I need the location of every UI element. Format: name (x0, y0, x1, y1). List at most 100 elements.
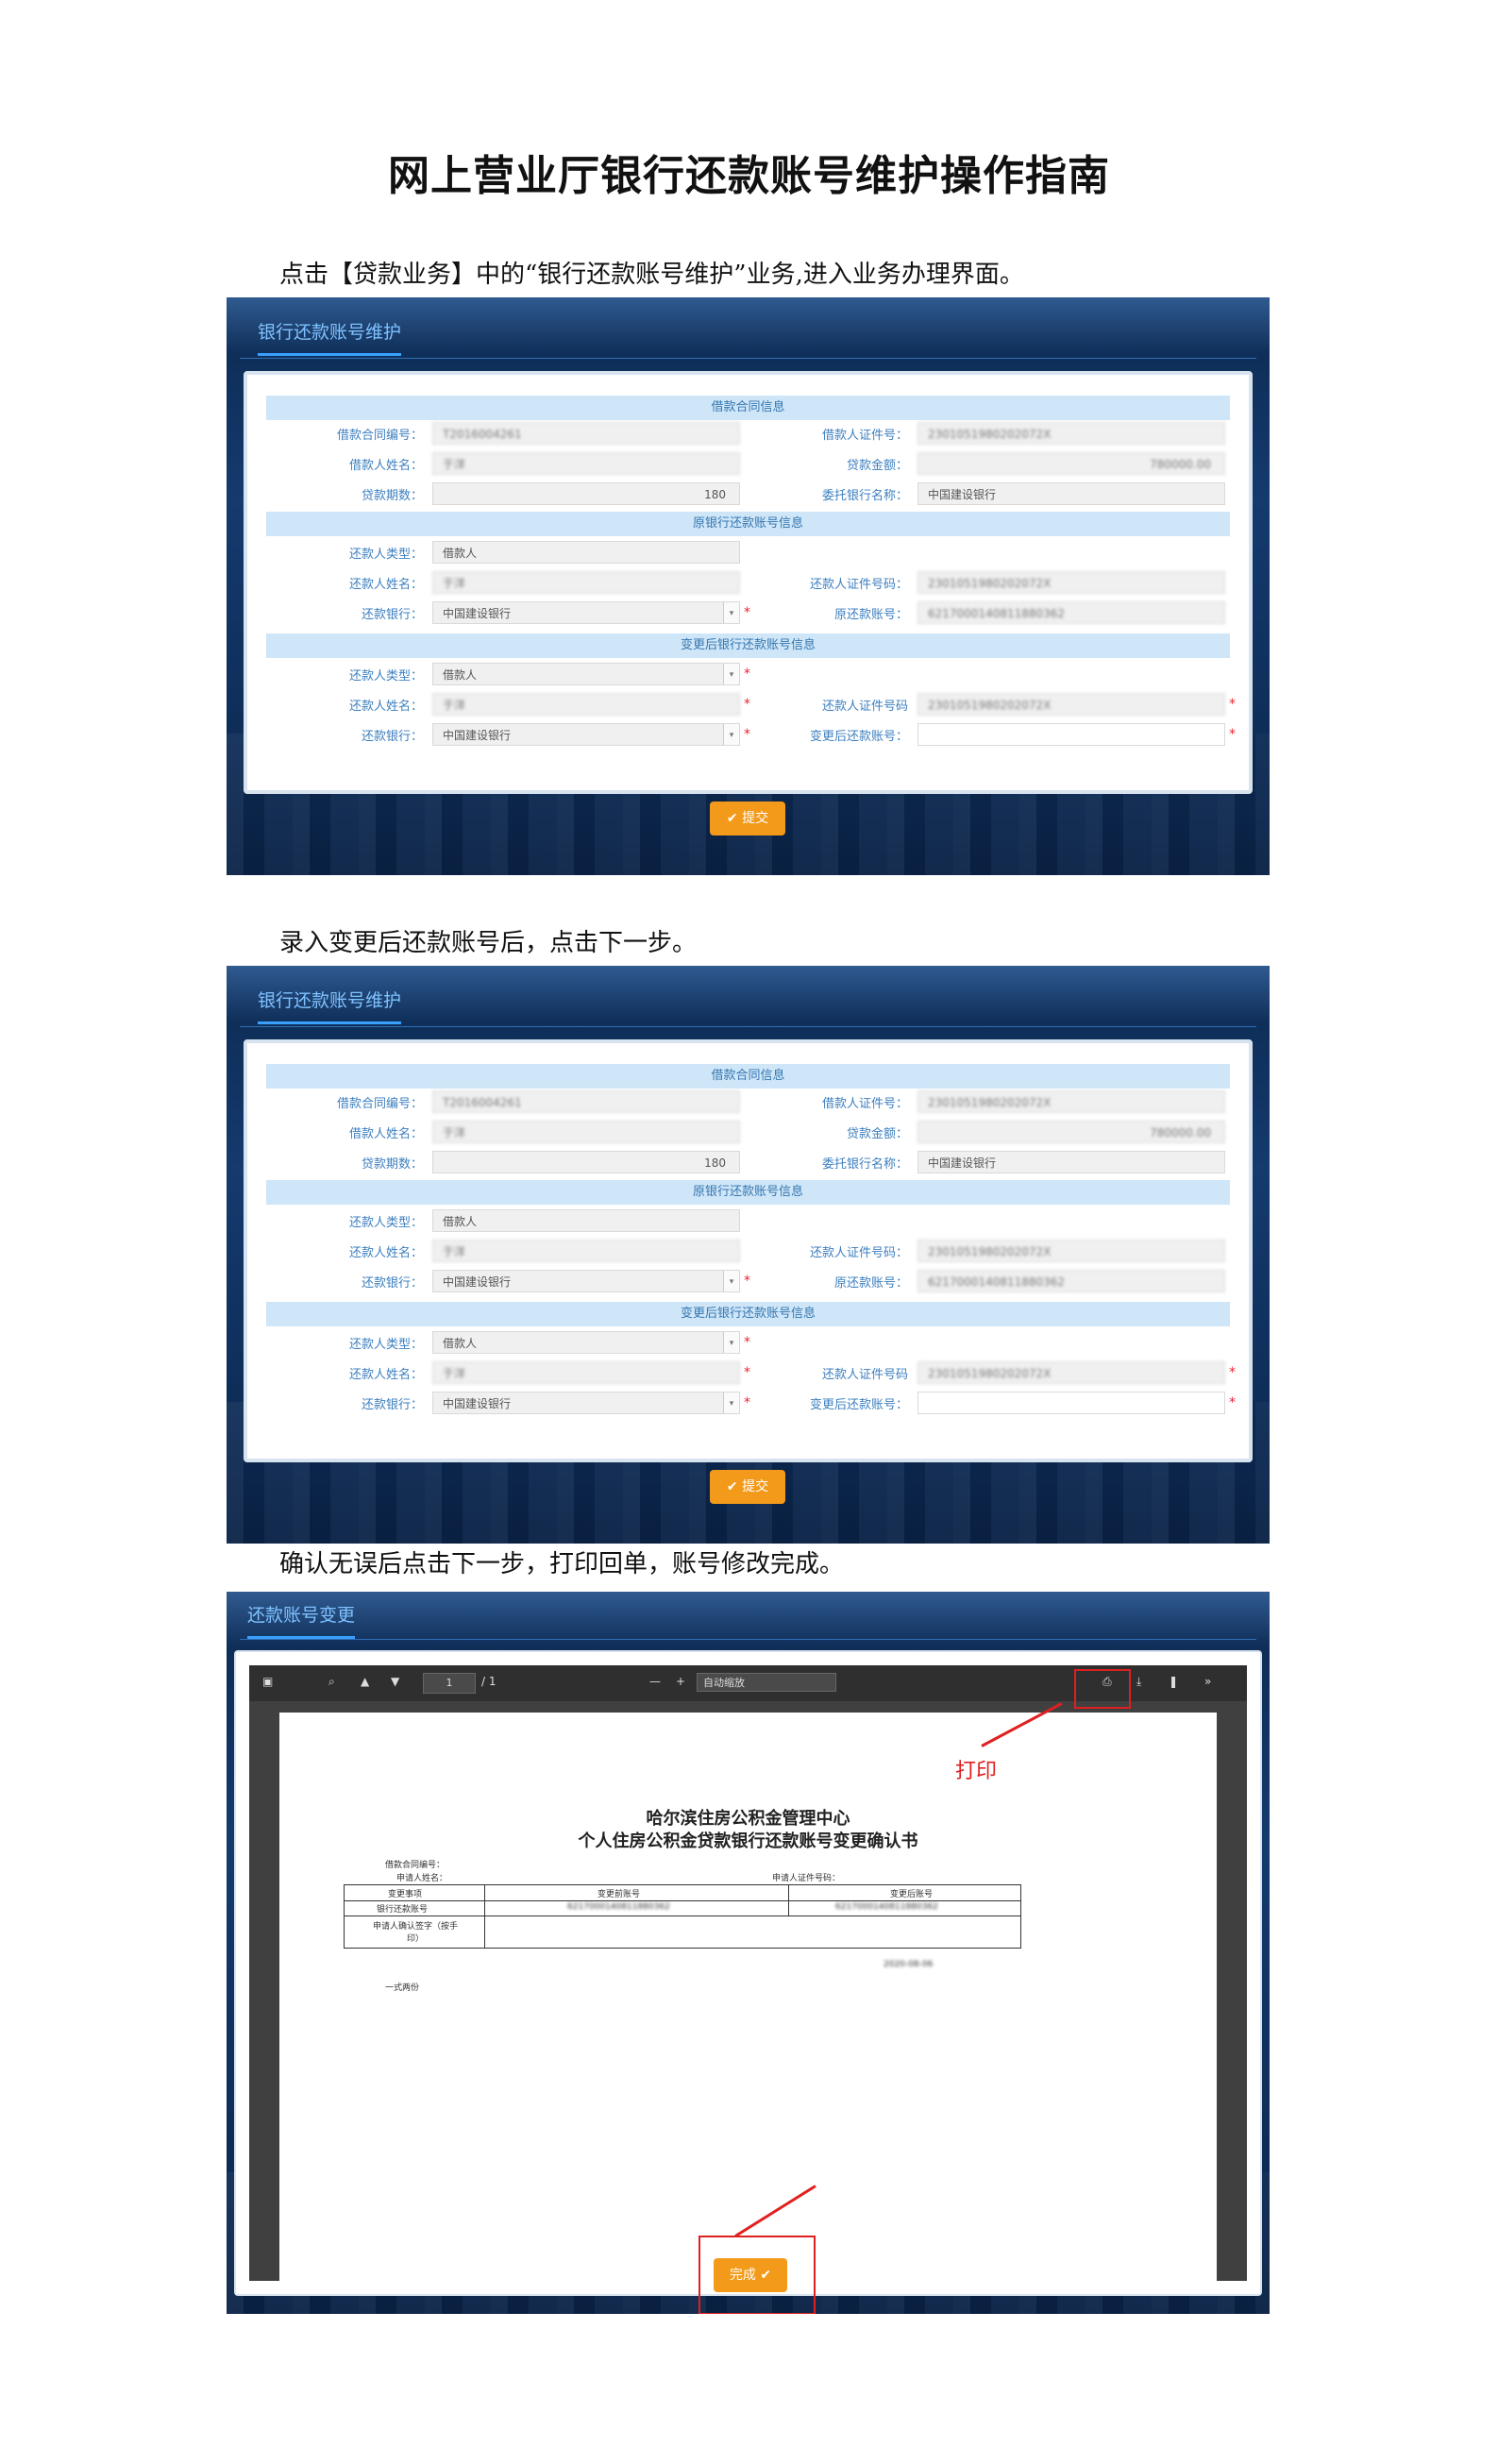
label-borrower-id: 借款人证件号： (821, 1097, 908, 1111)
input-new-account[interactable] (917, 723, 1225, 746)
field-repayer-name-new: 于洋 (432, 1361, 740, 1384)
label-repayer-id: 还款人证件号码： (809, 1246, 908, 1260)
label-loan-amount: 贷款金额： (846, 459, 908, 473)
required-mark: * (1229, 1395, 1236, 1410)
form-panel: 借款合同信息 借款合同编号： T2016004261 借款人证件号： 23010… (244, 1039, 1253, 1462)
label-repay-bank-new: 还款银行： (361, 730, 423, 744)
label-new-account: 变更后还款账号： (809, 1398, 908, 1412)
chevron-down-icon: ▾ (723, 664, 739, 684)
form-screenshot-2: 银行还款账号维护 借款合同信息 借款合同编号： T2016004261 借款人证… (227, 966, 1270, 1544)
tab-title[interactable]: 银行还款账号维护 (258, 318, 402, 356)
chevron-down-icon: ▾ (723, 724, 739, 745)
tab-title[interactable]: 银行还款账号维护 (258, 987, 402, 1024)
doc-field-id: 申请人证件号码： (772, 1874, 841, 1883)
chevron-down-icon: ▾ (723, 1392, 739, 1413)
field-repayer-id-new: 2301051980202072X (917, 1361, 1225, 1384)
label-loan-term: 贷款期数： (361, 1157, 423, 1172)
label-original-account: 原还款账号： (833, 1276, 908, 1291)
bookmark-icon[interactable]: ❚ (1169, 1675, 1178, 1688)
field-repay-bank: 中国建设银行 ▾ (432, 601, 740, 624)
label-repay-bank-new: 还款银行： (361, 1398, 423, 1412)
required-mark: * (744, 727, 750, 742)
label-repayer-type: 还款人类型： (348, 548, 423, 562)
label-repay-bank: 还款银行： (361, 1276, 423, 1291)
select-repayer-type[interactable]: 借款人 ▾ (432, 663, 740, 685)
doc-cell-old-account: 6217000140811880362 (567, 1902, 670, 1912)
label-contract-no: 借款合同编号： (336, 429, 423, 443)
field-loan-term: 180 (432, 482, 740, 505)
field-loan-amount: 780000.00 (917, 452, 1225, 475)
arrow-up-icon[interactable]: ▲ (361, 1675, 369, 1688)
field-original-account: 6217000140811880362 (917, 1270, 1225, 1292)
field-borrower-name: 于洋 (432, 452, 740, 475)
required-mark: * (1229, 697, 1236, 712)
field-entrusted-bank: 中国建设银行 (917, 482, 1225, 505)
required-mark: * (1229, 727, 1236, 742)
section-contract: 借款合同信息 (266, 396, 1230, 420)
chevron-down-icon: ▾ (723, 1332, 739, 1353)
label-repayer-name: 还款人姓名： (348, 1246, 423, 1260)
section-original-account: 原银行还款账号信息 (266, 512, 1230, 536)
label-repayer-name-new: 还款人姓名： (348, 1368, 423, 1382)
input-new-account[interactable] (917, 1392, 1225, 1414)
label-repayer-id-new: 还款人证件号码 (821, 700, 908, 714)
field-borrower-id: 2301051980202072X (917, 422, 1225, 445)
select-repay-bank[interactable]: 中国建设银行 ▾ (432, 1392, 740, 1414)
doc-cell-bank-account: 银行还款账号 (377, 1905, 429, 1915)
doc-cell-signature: 申请人确认签字（按手印） (373, 1922, 459, 1944)
select-repay-bank[interactable]: 中国建设银行 ▾ (432, 723, 740, 746)
label-new-account: 变更后还款账号： (809, 730, 908, 744)
zoom-out-icon[interactable]: — (649, 1675, 661, 1688)
label-borrower-name: 借款人姓名： (348, 459, 423, 473)
section-contract: 借款合同信息 (266, 1064, 1230, 1089)
label-repayer-type-new: 还款人类型： (348, 669, 423, 684)
required-mark: * (744, 667, 750, 682)
page-number-input[interactable]: 1 (423, 1673, 476, 1694)
section-new-account: 变更后银行还款账号信息 (266, 633, 1230, 658)
select-repayer-type[interactable]: 借款人 ▾ (432, 1331, 740, 1354)
done-button[interactable]: 完成 ✔ (714, 2258, 787, 2292)
arrow-down-icon[interactable]: ▼ (391, 1675, 399, 1688)
doc-cell-change-item: 变更事项 (388, 1890, 423, 1899)
field-repayer-id: 2301051980202072X (917, 571, 1225, 594)
pdf-viewer-frame: ▣ ⌕ ▲ ▼ 1 / 1 — + 自动缩放 ⎙ ⤓ ❚ » 哈尔滨住房公积金管… (234, 1650, 1262, 2296)
submit-button[interactable]: ✔ 提交 (710, 802, 785, 835)
field-borrower-id: 2301051980202072X (917, 1090, 1225, 1113)
field-repayer-name: 于洋 (432, 571, 740, 594)
section-original-account: 原银行还款账号信息 (266, 1180, 1230, 1205)
field-repayer-type: 借款人 (432, 1209, 740, 1232)
label-repayer-name: 还款人姓名： (348, 578, 423, 592)
download-icon[interactable]: ⤓ (1136, 1675, 1141, 1689)
tab-title[interactable]: 还款账号变更 (247, 1601, 356, 1639)
step-3-text: 确认无误后点击下一步，打印回单，账号修改完成。 (279, 1550, 845, 1578)
page-total: / 1 (481, 1675, 497, 1688)
chevron-down-icon: ▾ (723, 602, 739, 623)
zoom-select[interactable]: 自动缩放 (697, 1673, 836, 1692)
submit-button[interactable]: ✔ 提交 (710, 1470, 785, 1504)
step-2-text: 录入变更后还款账号后，点击下一步。 (279, 929, 698, 957)
form-panel: 借款合同信息 借款合同编号： T2016004261 借款人证件号： 23010… (244, 371, 1253, 794)
label-repayer-type-new: 还款人类型： (348, 1338, 423, 1352)
label-repay-bank: 还款银行： (361, 608, 423, 622)
sidebar-toggle-icon[interactable]: ▣ (262, 1675, 273, 1688)
field-repay-bank: 中国建设银行 ▾ (432, 1270, 740, 1292)
field-contract-no: T2016004261 (432, 422, 740, 445)
search-icon[interactable]: ⌕ (328, 1675, 335, 1689)
zoom-in-icon[interactable]: + (676, 1675, 685, 1688)
step-1-text: 点击【贷款业务】中的“银行还款账号维护”业务,进入业务办理界面。 (279, 261, 1024, 289)
label-original-account: 原还款账号： (833, 608, 908, 622)
label-repayer-name-new: 还款人姓名： (348, 700, 423, 714)
required-mark: * (744, 605, 750, 620)
field-loan-amount: 780000.00 (917, 1121, 1225, 1143)
field-original-account: 6217000140811880362 (917, 601, 1225, 624)
more-tools-icon[interactable]: » (1204, 1675, 1211, 1688)
label-repayer-type: 还款人类型： (348, 1216, 423, 1230)
label-repayer-id: 还款人证件号码： (809, 578, 908, 592)
field-borrower-name: 于洋 (432, 1121, 740, 1143)
label-borrower-id: 借款人证件号： (821, 429, 908, 443)
label-entrusted-bank: 委托银行名称： (821, 1157, 908, 1172)
doc-cell-before: 变更前账号 (598, 1890, 641, 1899)
required-mark: * (744, 1365, 750, 1380)
doc-cell-after: 变更后账号 (890, 1890, 934, 1899)
doc-table: 变更事项 变更前账号 变更后账号 银行还款账号 6217000140811880… (344, 1884, 1021, 1949)
